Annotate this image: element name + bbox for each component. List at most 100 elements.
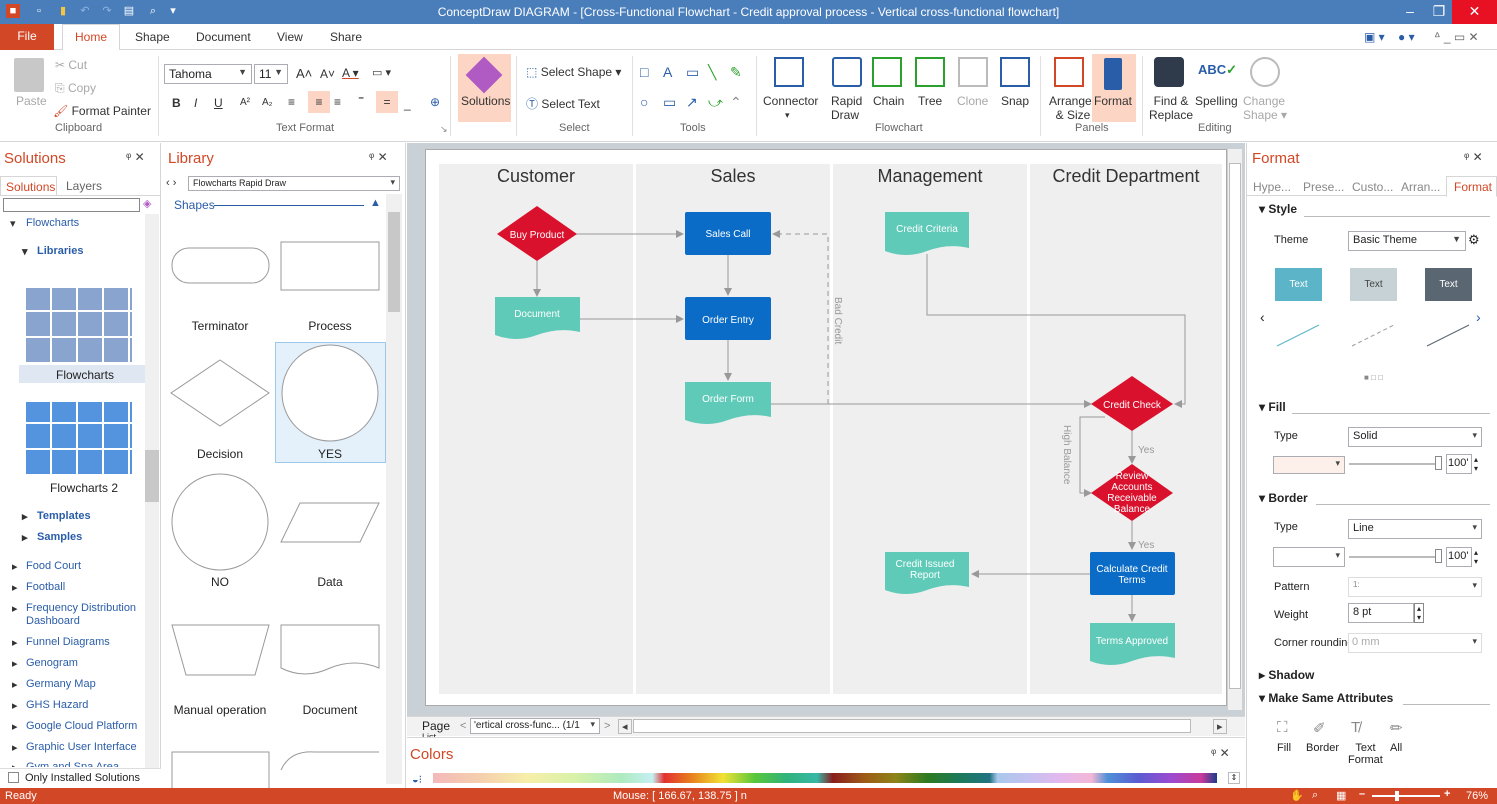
tab-home[interactable]: Home (62, 24, 120, 51)
arrange-size-button[interactable]: Arrange & Size (1049, 94, 1092, 122)
dialog-launcher-icon[interactable]: ↘ (440, 124, 448, 135)
expand-icon[interactable]: ▸ (12, 699, 18, 712)
palette-scroll-icon[interactable]: ⇕ (1228, 772, 1240, 784)
clone-button[interactable]: Clone (957, 94, 988, 108)
make-same-section[interactable]: ▾ Make Same Attributes (1259, 691, 1393, 705)
close-button[interactable]: ✕ (1452, 0, 1497, 24)
tab-file[interactable]: File (0, 24, 54, 50)
expand-icon[interactable]: ▸ (12, 581, 18, 594)
tab-presentation[interactable]: Prese... (1303, 180, 1344, 194)
library-nav-icon[interactable]: ‹ › (166, 177, 176, 189)
rectangle-tool-icon[interactable]: □ (640, 64, 648, 80)
horizontal-scrollbar[interactable] (633, 719, 1191, 733)
find-replace-button[interactable]: Find & Replace (1149, 94, 1193, 122)
select-text-button[interactable]: Ⓣ Select Text (526, 95, 600, 112)
tree-item-continued[interactable]: Dashboard (26, 615, 80, 627)
zoom-out-icon[interactable]: – (1359, 788, 1365, 800)
align-left-icon[interactable]: ≡ (288, 95, 295, 109)
zoom-slider[interactable] (1372, 795, 1440, 797)
spin-icon[interactable]: ▴ ▾ (1474, 455, 1478, 473)
border-type-select[interactable]: Line ▾ (1348, 519, 1482, 539)
hand-tool-icon[interactable]: ✋ (1290, 789, 1304, 802)
search-icon[interactable]: ◈ (143, 197, 151, 210)
expand-icon[interactable]: ▸ (12, 678, 18, 691)
page-select[interactable]: 'ertical cross-func... (1/1 ▾ (470, 718, 600, 734)
italic-icon[interactable]: I (194, 96, 197, 110)
zoom-slider-thumb[interactable] (1395, 791, 1399, 801)
library-scrollbar[interactable] (386, 194, 402, 784)
spin-icon[interactable]: ▴ ▾ (1474, 548, 1478, 566)
tree-samples[interactable]: Samples (37, 531, 82, 543)
scroll-thumb[interactable] (1229, 163, 1241, 689)
rapid-draw-button[interactable]: Rapid Draw (831, 94, 862, 122)
scroll-right-icon[interactable]: ▸ (1213, 719, 1227, 734)
tree-item[interactable]: Graphic User Interface (26, 741, 137, 753)
solutions-scrollbar[interactable] (145, 214, 159, 770)
help-icon[interactable]: ● ▾ (1398, 30, 1415, 44)
maximize-button[interactable]: ❐ (1422, 0, 1456, 24)
format-panel-button[interactable]: Format (1092, 54, 1136, 122)
expand-icon[interactable]: ▸ (22, 510, 28, 523)
opacity-slider-thumb[interactable] (1435, 456, 1442, 470)
text-format-icon[interactable]: T̸ (1351, 719, 1360, 736)
fill-type-select[interactable]: Solid ▾ (1348, 427, 1482, 447)
brush-icon[interactable]: ✏ (1390, 719, 1403, 737)
chevron-right-icon[interactable]: › (1476, 309, 1481, 325)
tab-solutions[interactable]: Solutions (0, 176, 57, 196)
snap-button[interactable]: Snap (1001, 94, 1029, 108)
arc-tool-icon[interactable]: ⤻ (708, 94, 723, 111)
align-bottom-icon[interactable]: _ (404, 97, 411, 111)
make-same-fill[interactable]: Fill (1277, 742, 1291, 754)
flowcharts-library-thumbnail[interactable] (24, 288, 132, 364)
style-preset-2[interactable]: Text (1350, 268, 1397, 301)
zoom-fit-icon[interactable]: ⌕ (1312, 789, 1318, 802)
solutions-search-input[interactable] (3, 198, 140, 212)
expand-icon[interactable]: ▸ (12, 720, 18, 733)
layout-icon[interactable]: ▣ ▾ (1364, 30, 1385, 44)
align-center-icon[interactable]: ≡ (308, 91, 330, 113)
tree-item[interactable]: Food Court (26, 560, 81, 572)
border-pen-icon[interactable]: ✐ (1313, 719, 1326, 737)
tree-item[interactable]: Football (26, 581, 65, 593)
callout-tool-icon[interactable]: ▭ (686, 64, 699, 81)
text-style-icon[interactable]: ▭ ▾ (372, 66, 391, 79)
bold-icon[interactable]: B (172, 96, 181, 110)
flowchart-diagram[interactable]: Buy Product Sales Call Credit Criteria D… (425, 149, 1227, 706)
tab-custom[interactable]: Custo... (1352, 180, 1393, 194)
tree-libraries[interactable]: Libraries (37, 245, 83, 257)
prev-page-icon[interactable]: < (460, 720, 466, 732)
line-style-presets[interactable] (1275, 320, 1475, 350)
tree-item[interactable]: Funnel Diagrams (26, 636, 110, 648)
expand-icon[interactable]: ▸ (22, 531, 28, 544)
flowcharts2-library-thumbnail[interactable] (24, 402, 132, 476)
tab-hyperlink[interactable]: Hype... (1253, 180, 1291, 194)
canvas-vertical-scrollbar[interactable] (1228, 149, 1242, 710)
style-preset-1[interactable]: Text (1275, 268, 1322, 301)
expand-icon[interactable]: ▸ (12, 602, 18, 615)
fill-section[interactable]: ▾ Fill (1259, 400, 1286, 414)
library-item-flowcharts-2[interactable]: Flowcharts 2 (50, 481, 118, 495)
expand-icon[interactable]: ▸ (12, 741, 18, 754)
pin-icon[interactable]: ᵠ ✕ (1464, 150, 1483, 164)
pin-icon[interactable]: ᵠ ✕ (126, 150, 145, 164)
library-select[interactable]: Flowcharts Rapid Draw ▾ (188, 176, 400, 191)
tab-format[interactable]: Format (1446, 176, 1497, 197)
tab-document[interactable]: Document (196, 30, 251, 44)
tree-button[interactable]: Tree (918, 94, 942, 108)
only-installed-checkbox[interactable] (8, 772, 19, 783)
connector-tool-icon[interactable]: ↗ (686, 94, 698, 111)
zoom-in-icon[interactable]: + (1444, 788, 1450, 800)
image-tool-icon[interactable]: ▭ (663, 94, 676, 111)
chevron-left-icon[interactable]: ‹ (1260, 309, 1265, 325)
pointer-tool-icon[interactable]: ⌃ (730, 94, 742, 111)
align-middle-icon[interactable]: = (376, 91, 398, 113)
tree-item[interactable]: Genogram (26, 657, 78, 669)
shrink-font-icon[interactable]: A˅ (320, 67, 335, 81)
copy-button[interactable]: ⎘ Copy (55, 81, 96, 96)
tree-item[interactable]: Germany Map (26, 678, 96, 690)
ribbon-collapse-icon[interactable]: ᐞ _ ▭ ✕ (1434, 30, 1479, 44)
scroll-thumb[interactable] (145, 450, 159, 502)
spin-icon[interactable]: ▴ ▾ (1414, 603, 1425, 623)
subscript-icon[interactable]: A₂ (262, 97, 273, 108)
tree-item[interactable]: Gym and Spa Area (26, 761, 119, 767)
